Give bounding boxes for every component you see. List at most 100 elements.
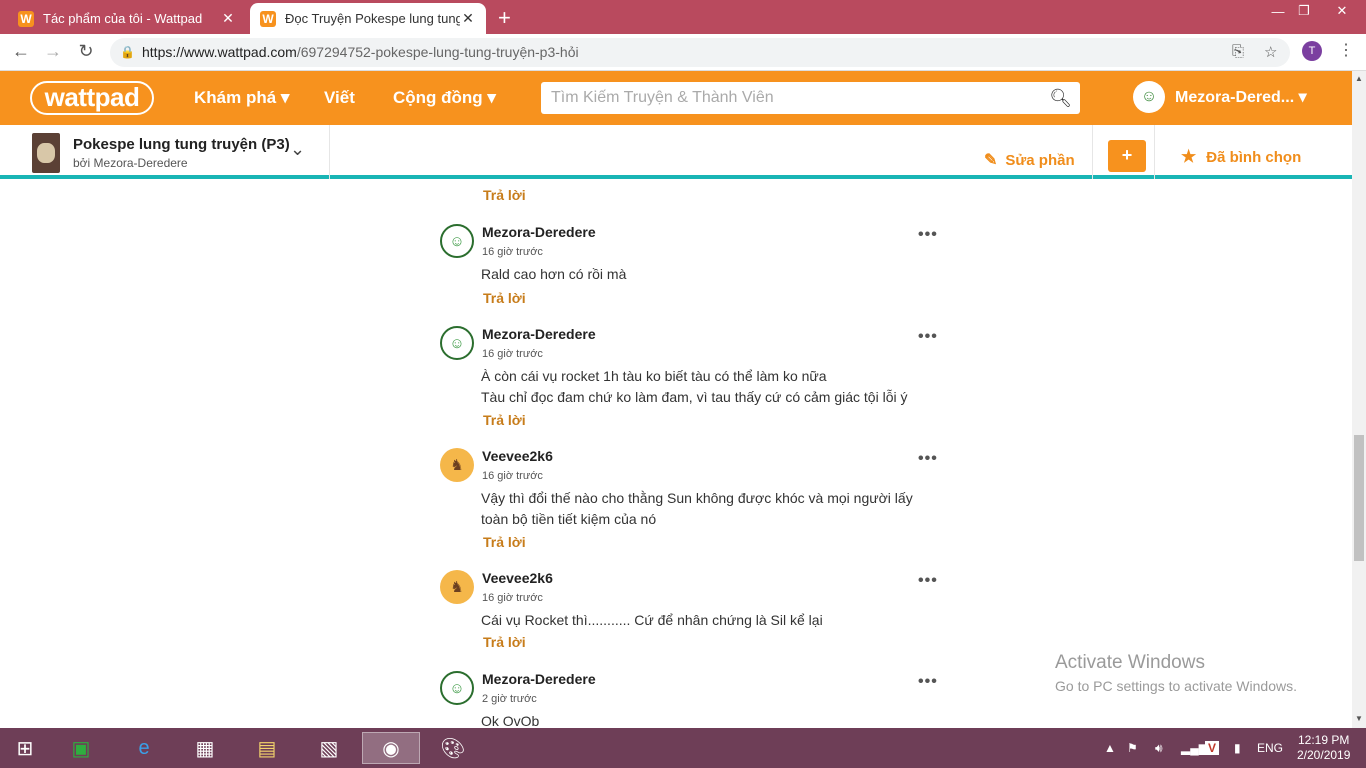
bookmark-star-icon[interactable]: ☆ <box>1264 43 1277 61</box>
restore-icon[interactable]: ❐ <box>1290 0 1318 22</box>
add-button[interactable]: + <box>1108 140 1146 172</box>
reply-link[interactable]: Trả lời <box>483 534 526 550</box>
browser-tab-my-works[interactable]: W Tác phẩm của tôi - Wattpad ✕ <box>8 3 246 34</box>
close-icon[interactable]: ✕ <box>460 10 476 27</box>
chevron-down-icon[interactable]: ⌄ <box>290 139 305 160</box>
search-icon[interactable]: 🔍︎ <box>1049 82 1072 114</box>
story-header: Pokespe lung tung truyện (P3) bởi Mezora… <box>0 125 1352 179</box>
profile-avatar[interactable]: T <box>1302 41 1322 61</box>
comment-author[interactable]: Mezora-Deredere <box>482 224 596 240</box>
comment-time: 16 giờ trước <box>482 246 543 258</box>
user-menu[interactable]: ☺ Mezora-Dered... ▾ <box>1133 81 1307 113</box>
scroll-up-icon[interactable]: ▲ <box>1355 74 1363 83</box>
clock[interactable]: 12:19 PM 2/20/2019 <box>1297 733 1350 763</box>
network-icon[interactable]: ▂▄▆ <box>1181 741 1208 755</box>
wattpad-logo[interactable]: wattpad <box>30 81 154 115</box>
lock-icon: 🔒 <box>120 45 135 59</box>
comment-line: toàn bộ tiền tiết kiệm của nó <box>481 511 657 527</box>
avatar[interactable]: ☺ <box>440 224 474 258</box>
story-cover[interactable] <box>32 133 60 173</box>
app-icon[interactable]: ▦ <box>188 732 222 764</box>
comment-line: Vậy thì đổi thế nào cho thằng Sun không … <box>481 490 913 506</box>
watermark-title: Activate Windows <box>1055 652 1205 673</box>
back-icon[interactable]: ← <box>10 41 32 62</box>
nav-write[interactable]: Viết <box>324 88 355 108</box>
show-hidden-icons-icon[interactable]: ▲ <box>1104 741 1116 755</box>
comment-item: ♞ Veevee2k6 16 giờ trước Vậy thì đổi thế… <box>440 448 940 558</box>
comment-text: Cái vụ Rocket thì........... Cứ để nhân … <box>481 610 941 631</box>
more-options-icon[interactable]: ••• <box>918 673 938 691</box>
vote-button[interactable]: ★ Đã bình chọn <box>1181 147 1301 167</box>
story-author[interactable]: bởi Mezora-Deredere <box>73 156 188 170</box>
language-indicator[interactable]: ENG <box>1257 741 1283 755</box>
avatar[interactable]: ♞ <box>440 448 474 482</box>
chrome-icon[interactable]: ◉ <box>362 732 420 764</box>
star-icon: ★ <box>1181 147 1197 166</box>
wattpad-icon: W <box>18 10 34 27</box>
divider <box>1092 125 1093 179</box>
windows-taskbar: ⊞ ▣ e ▦ ▤ ▧ ◉ 🎨︎ ▲ ⚑ 🔊︎ ▂▄▆ V ▮ ENG 12:1… <box>0 728 1366 768</box>
volume-icon[interactable]: 🔊︎ <box>1155 741 1163 756</box>
scroll-down-icon[interactable]: ▼ <box>1355 714 1363 723</box>
search-placeholder: Tìm Kiếm Truyện & Thành Viên <box>551 89 774 106</box>
battery-icon[interactable]: ▮ <box>1234 741 1241 755</box>
internet-explorer-icon[interactable]: e <box>127 732 161 764</box>
comment-author[interactable]: Veevee2k6 <box>482 570 553 586</box>
nav-community[interactable]: Cộng đồng ▾ <box>393 88 496 108</box>
close-icon[interactable]: ✕ <box>220 10 236 27</box>
divider <box>1154 125 1155 179</box>
more-options-icon[interactable]: ••• <box>918 572 938 590</box>
comment-line: Cái vụ Rocket thì........... Cứ để nhân … <box>481 612 823 628</box>
comment-author[interactable]: Veevee2k6 <box>482 448 553 464</box>
avatar[interactable]: ♞ <box>440 570 474 604</box>
window-close-icon[interactable]: ✕ <box>1322 0 1362 22</box>
flag-icon[interactable]: ⚑ <box>1127 741 1138 755</box>
edit-part-button[interactable]: ✎ Sửa phần <box>984 150 1075 170</box>
reply-link[interactable]: Trả lời <box>483 187 526 203</box>
tab-title: Đọc Truyện Pokespe lung tung tr <box>285 11 460 26</box>
comment-text: Ok OvOb <box>481 711 941 728</box>
search-input[interactable]: Tìm Kiếm Truyện & Thành Viên 🔍︎ <box>541 82 1080 114</box>
app-icon[interactable]: ▧ <box>312 732 346 764</box>
clock-time: 12:19 PM <box>1298 733 1350 747</box>
windows-start-icon[interactable]: ⊞ <box>8 732 42 764</box>
translate-icon[interactable]: ⎘ <box>1232 43 1244 60</box>
divider <box>329 125 330 179</box>
url-field[interactable]: 🔒 https://www.wattpad.com/697294752-poke… <box>110 38 1290 67</box>
comment-line: Ok OvOb <box>481 713 540 728</box>
comment-time: 16 giờ trước <box>482 348 543 360</box>
forward-icon[interactable]: → <box>42 41 64 62</box>
reload-icon[interactable]: ↻ <box>75 41 97 62</box>
new-tab-icon[interactable]: + <box>498 5 511 31</box>
reply-link[interactable]: Trả lời <box>483 634 526 650</box>
watermark-subtitle: Go to PC settings to activate Windows. <box>1055 678 1297 694</box>
store-icon[interactable]: ▣ <box>64 732 98 764</box>
browser-tab-bar: W Tác phẩm của tôi - Wattpad ✕ W Đọc Tru… <box>0 0 1366 34</box>
browser-tab-reading[interactable]: W Đọc Truyện Pokespe lung tung tr ✕ <box>250 3 486 34</box>
avatar[interactable]: ☺ <box>440 326 474 360</box>
url-host: https://www.wattpad.com <box>142 44 297 60</box>
minimize-icon[interactable]: — <box>1264 0 1292 22</box>
v-app-icon[interactable]: V <box>1205 741 1220 755</box>
nav-discover[interactable]: Khám phá ▾ <box>194 88 289 108</box>
comment-author[interactable]: Mezora-Deredere <box>482 326 596 342</box>
more-options-icon[interactable]: ••• <box>918 328 938 346</box>
more-options-icon[interactable]: ••• <box>918 450 938 468</box>
scrollbar-thumb[interactable] <box>1354 435 1364 561</box>
reply-link[interactable]: Trả lời <box>483 412 526 428</box>
browser-menu-icon[interactable]: ⋮ <box>1338 40 1354 60</box>
activate-windows-watermark: Activate Windows Go to PC settings to ac… <box>1055 652 1297 694</box>
more-options-icon[interactable]: ••• <box>918 226 938 244</box>
page-scrollbar[interactable]: ▲ ▼ <box>1352 71 1366 728</box>
comment-line: À còn cái vụ rocket 1h tàu ko biết tàu c… <box>481 368 827 384</box>
wattpad-header: wattpad Khám phá ▾ Viết Cộng đồng ▾ Tìm … <box>0 71 1352 125</box>
paint-icon[interactable]: 🎨︎ <box>436 732 470 764</box>
user-name: Mezora-Dered... ▾ <box>1175 89 1307 106</box>
comment-line: Rald cao hơn có rồi mà <box>481 266 627 282</box>
avatar[interactable]: ☺ <box>440 671 474 705</box>
reply-link[interactable]: Trả lời <box>483 290 526 306</box>
comment-author[interactable]: Mezora-Deredere <box>482 671 596 687</box>
story-title[interactable]: Pokespe lung tung truyện (P3) <box>73 136 290 153</box>
clock-date: 2/20/2019 <box>1297 748 1351 762</box>
file-explorer-icon[interactable]: ▤ <box>250 732 284 764</box>
